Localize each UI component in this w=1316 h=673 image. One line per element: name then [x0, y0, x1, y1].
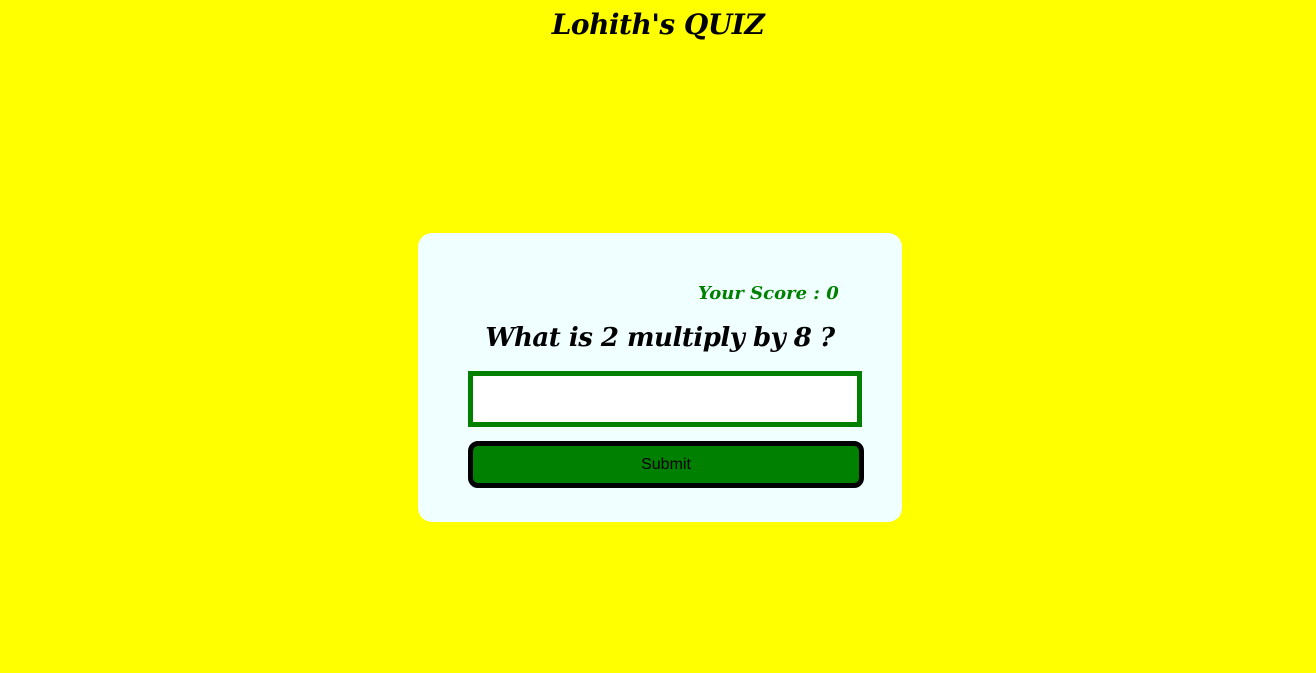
app-title: Lohith's QUIZ — [551, 8, 765, 41]
submit-button[interactable]: Submit — [468, 441, 864, 488]
question-text: What is 2 multiply by 8 ? — [485, 323, 835, 353]
quiz-card: Your Score : 0 What is 2 multiply by 8 ?… — [418, 233, 902, 522]
answer-input[interactable] — [468, 371, 862, 427]
score-display: Your Score : 0 — [698, 283, 839, 304]
